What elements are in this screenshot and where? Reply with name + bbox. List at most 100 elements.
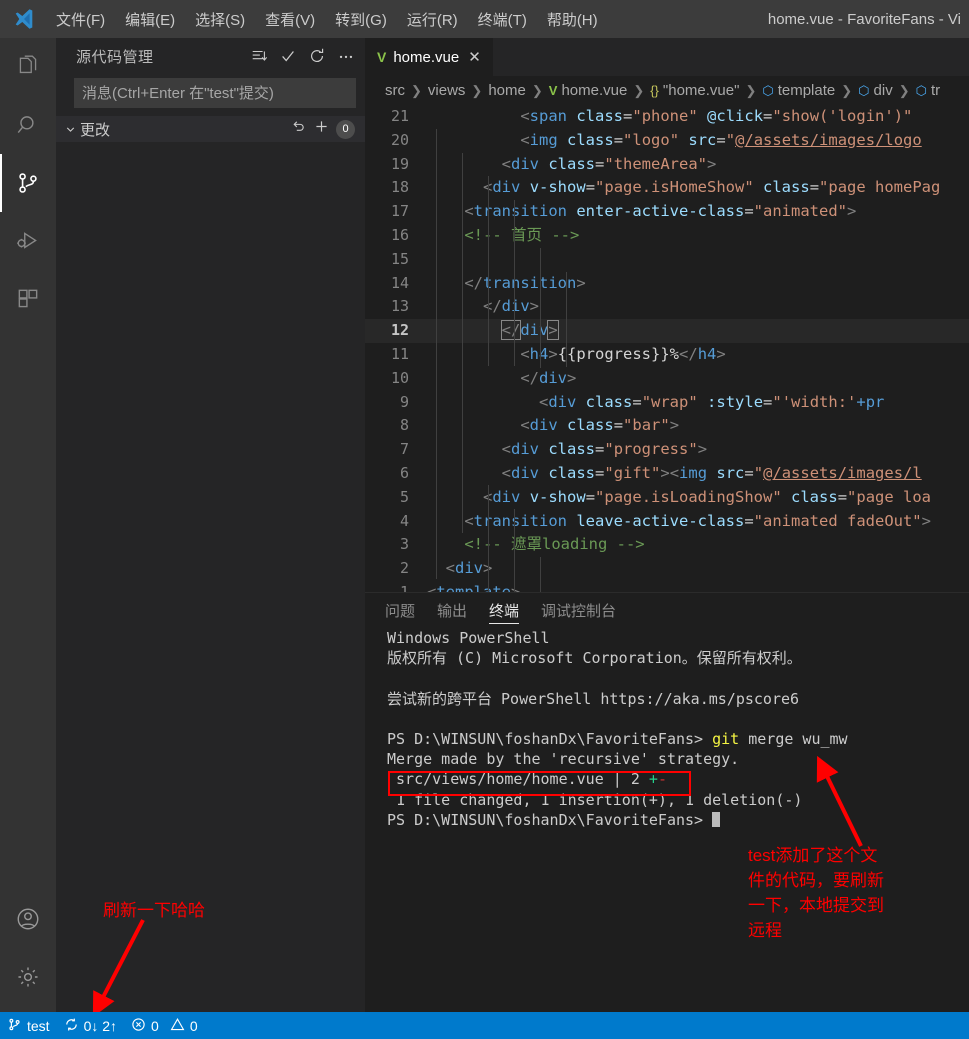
code-editor[interactable]: 21 <span class="phone" @click="show('log… [365, 105, 969, 602]
scm-changes-section[interactable]: 更改 0 [56, 116, 365, 142]
scm-header: 源代码管理 [56, 38, 365, 74]
breadcrumb-item-views[interactable]: views [428, 82, 466, 99]
code-line[interactable]: 15 [365, 248, 969, 272]
line-number: 16 [390, 225, 409, 244]
line-number: 15 [390, 249, 409, 268]
breadcrumb-item-home-vue-symbol[interactable]: {} "home.vue" [650, 82, 739, 99]
terminal-line: Merge made by the 'recursive' strategy. [387, 750, 740, 769]
terminal-line: PS D:\WINSUN\foshanDx\FavoriteFans> [387, 810, 969, 830]
panel-tab-terminal[interactable]: 终端 [489, 593, 520, 628]
code-text: <div class="progress"> [501, 440, 708, 459]
scm-view-sort-button[interactable] [246, 43, 272, 69]
extensions-icon [15, 286, 41, 312]
status-sync-label: 0↓ 2↑ [83, 1017, 118, 1034]
commit-message-input[interactable] [74, 78, 356, 108]
code-text: </div> [483, 297, 540, 316]
activity-item-source-control[interactable] [0, 154, 56, 212]
panel-tab-debug-console[interactable]: 调试控制台 [541, 593, 616, 628]
symbol-field-icon: ⬡ [858, 82, 870, 98]
menu-edit[interactable]: 编辑(E) [115, 6, 185, 33]
scm-more-actions-button[interactable] [333, 43, 359, 69]
menu-terminal[interactable]: 终端(T) [468, 6, 537, 33]
line-number: 20 [390, 130, 409, 149]
activity-item-settings[interactable] [0, 948, 56, 1006]
panel-tab-output[interactable]: 输出 [437, 593, 467, 628]
discard-all-changes-icon[interactable] [290, 118, 307, 140]
code-line[interactable]: 6 <div class="gift"><img src="@/assets/i… [365, 462, 969, 486]
code-line[interactable]: 19 <div class="themeArea"> [365, 153, 969, 177]
code-line[interactable]: 5 <div v-show="page.isLoadingShow" class… [365, 486, 969, 510]
line-number: 12 [390, 321, 409, 340]
code-line[interactable]: 4 <transition leave-active-class="animat… [365, 510, 969, 534]
terminal-output[interactable]: Windows PowerShell 版权所有 (C) Microsoft Cor… [365, 628, 969, 1013]
breadcrumb-separator-icon: ❯ [531, 82, 543, 98]
code-line[interactable]: 10 </div> [365, 367, 969, 391]
code-line[interactable]: 17 <transition enter-active-class="anima… [365, 200, 969, 224]
code-line[interactable]: 9 <div class="wrap" :style="'width:'+pr [365, 391, 969, 415]
code-line[interactable]: 2 <div> [365, 557, 969, 581]
menu-go[interactable]: 转到(G) [325, 6, 397, 33]
sidebar-source-control: 源代码管理 消息(Ctrl+Enter 在"test"提交) 更改 0 [56, 38, 365, 1012]
code-line[interactable]: 14 </transition> [365, 272, 969, 296]
code-text: <div v-show="page.isHomeShow" class="pag… [483, 178, 941, 197]
vscode-window: 文件(F) 编辑(E) 选择(S) 查看(V) 转到(G) 运行(R) 终端(T… [0, 0, 969, 1039]
sync-icon [64, 1017, 79, 1035]
terminal-line: src/views/home/home.vue | 2 +- [387, 770, 667, 789]
code-line[interactable]: 13 </div> [365, 295, 969, 319]
activity-item-extensions[interactable] [0, 270, 56, 328]
menu-selection[interactable]: 选择(S) [185, 6, 255, 33]
activity-item-run-debug[interactable] [0, 212, 56, 270]
code-line[interactable]: 20 <img class="logo" src="@/assets/image… [365, 129, 969, 153]
code-line[interactable]: 12 </div> [365, 319, 969, 343]
status-sync[interactable]: 0↓ 2↑ [57, 1012, 124, 1039]
activity-bar [0, 38, 56, 1012]
menu-file[interactable]: 文件(F) [46, 6, 115, 33]
breadcrumb-item-div[interactable]: ⬡ div [858, 82, 893, 99]
line-number: 17 [390, 202, 409, 221]
code-text: </transition> [464, 273, 586, 292]
menu-help[interactable]: 帮助(H) [537, 6, 608, 33]
breadcrumb-item-home-vue[interactable]: V home.vue [549, 82, 628, 99]
menu-view[interactable]: 查看(V) [255, 6, 325, 33]
code-line[interactable]: 21 <span class="phone" @click="show('log… [365, 105, 969, 129]
activity-item-account[interactable] [0, 890, 56, 948]
breadcrumb-separator-icon: ❯ [898, 82, 910, 98]
scm-refresh-button[interactable] [304, 43, 330, 69]
editor-tab-bar: V home.vue ✕ [365, 38, 969, 76]
menu-run[interactable]: 运行(R) [397, 6, 468, 33]
status-problems[interactable]: 0 0 [124, 1012, 205, 1039]
vue-file-icon: V [548, 83, 558, 98]
code-line[interactable]: 3 <!-- 遮罩loading --> [365, 533, 969, 557]
code-text: <div class="gift"><img src="@/assets/ima… [501, 463, 922, 482]
menu-bar[interactable]: 文件(F) 编辑(E) 选择(S) 查看(V) 转到(G) 运行(R) 终端(T… [46, 6, 608, 33]
code-line[interactable]: 16 <!-- 首页 --> [365, 224, 969, 248]
stage-all-changes-icon[interactable] [313, 118, 330, 140]
code-line[interactable]: 8 <div class="bar"> [365, 414, 969, 438]
window-title: home.vue - FavoriteFans - Vi [767, 10, 961, 28]
editor-tab-home-vue[interactable]: V home.vue ✕ [365, 38, 494, 76]
line-number: 10 [390, 368, 409, 387]
code-text: <!-- 首页 --> [464, 225, 580, 244]
activity-item-explorer[interactable] [0, 38, 56, 96]
close-icon[interactable]: ✕ [466, 50, 483, 65]
code-line[interactable]: 18 <div v-show="page.isHomeShow" class="… [365, 176, 969, 200]
breadcrumb-item-transition[interactable]: ⬡ tr [916, 82, 941, 99]
scm-actions [246, 43, 359, 69]
symbol-field-icon: ⬡ [915, 82, 927, 98]
terminal-line: 版权所有 (C) Microsoft Corporation。保留所有权利。 [387, 649, 802, 668]
panel-tab-problems[interactable]: 问题 [385, 593, 415, 628]
status-branch[interactable]: test [0, 1012, 57, 1039]
status-bar: test 0↓ 2↑ 0 0 [0, 1012, 969, 1039]
line-number: 14 [390, 273, 409, 292]
activity-item-search[interactable] [0, 96, 56, 154]
scm-commit-button[interactable] [275, 43, 301, 69]
breadcrumb-item-home[interactable]: home [488, 82, 526, 99]
breadcrumb-item-src[interactable]: src [385, 82, 405, 99]
code-line[interactable]: 7 <div class="progress"> [365, 438, 969, 462]
breadcrumb-separator-icon: ❯ [471, 82, 483, 98]
breadcrumb-item-template[interactable]: ⬡ template [762, 82, 835, 99]
tab-label: home.vue [393, 48, 460, 66]
code-line[interactable]: 11 <h4>{{progress}}%</h4> [365, 343, 969, 367]
line-number: 9 [399, 392, 409, 411]
